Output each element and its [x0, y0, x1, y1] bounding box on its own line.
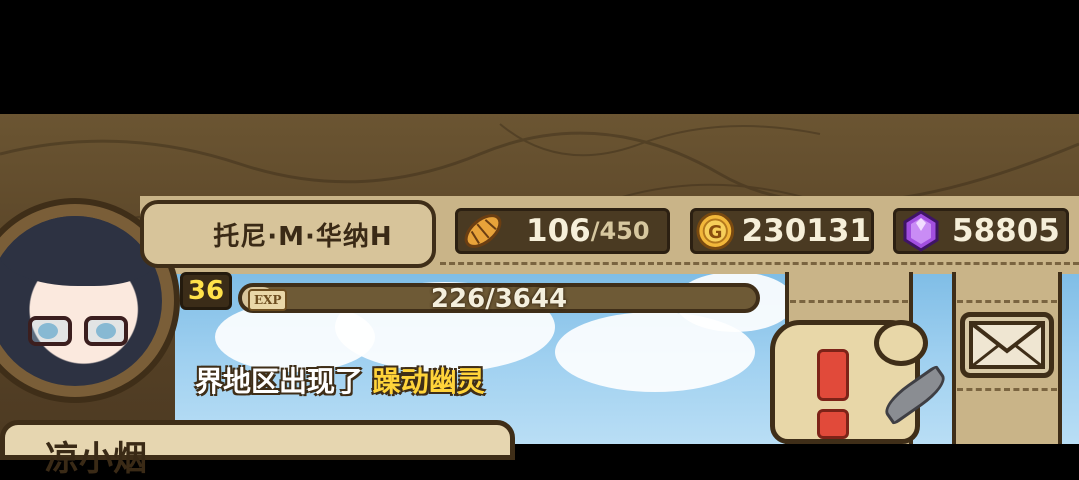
quest-scroll-icon [874, 320, 928, 366]
stamina-max: /450 [590, 217, 650, 245]
purple-gem-icon [903, 210, 939, 252]
gold-counter[interactable]: G 230131 [690, 208, 874, 254]
header-divider [440, 262, 1079, 265]
event-announcement[interactable]: 界地区出现了 躁动幽灵 [195, 360, 485, 400]
glasses-lens [84, 316, 128, 346]
letterbox-top [0, 0, 1079, 114]
stamina-counter[interactable]: 106 /450 [455, 208, 670, 254]
gold-amount: 230131 [741, 213, 871, 249]
exclamation-dot [817, 409, 849, 439]
gem-amount: 58805 [952, 213, 1060, 249]
bread-icon [464, 214, 502, 248]
level-badge: 36 [180, 272, 232, 310]
avatar-portrait [0, 216, 162, 386]
gem-counter[interactable]: 58805 [893, 208, 1069, 254]
bottom-panel-title: 凉小烟 [45, 439, 147, 479]
stamina-current: 106 [526, 213, 591, 249]
svg-text:G: G [708, 223, 722, 243]
gold-coin-icon: G [696, 212, 735, 250]
announcement-text: 界地区出现了 [195, 365, 364, 398]
column-divider [790, 300, 908, 303]
mail-button[interactable] [960, 312, 1054, 378]
player-level: 36 [187, 276, 225, 306]
glasses-lens [28, 316, 72, 346]
column-divider [957, 300, 1057, 303]
bottom-panel[interactable]: 凉小烟 [0, 420, 515, 479]
exp-bar: EXP 226/3644 [238, 283, 760, 314]
announcement-highlight: 躁动幽灵 [372, 365, 485, 398]
player-name-plate[interactable]: 托尼·M·华纳H [140, 200, 436, 268]
column-divider [957, 388, 1057, 391]
envelope-icon [969, 321, 1045, 369]
exclamation-icon [817, 349, 849, 401]
avatar-hair [0, 216, 158, 286]
player-name: 托尼·M·华纳H [213, 221, 393, 252]
exp-value: 226/3644 [430, 284, 568, 314]
